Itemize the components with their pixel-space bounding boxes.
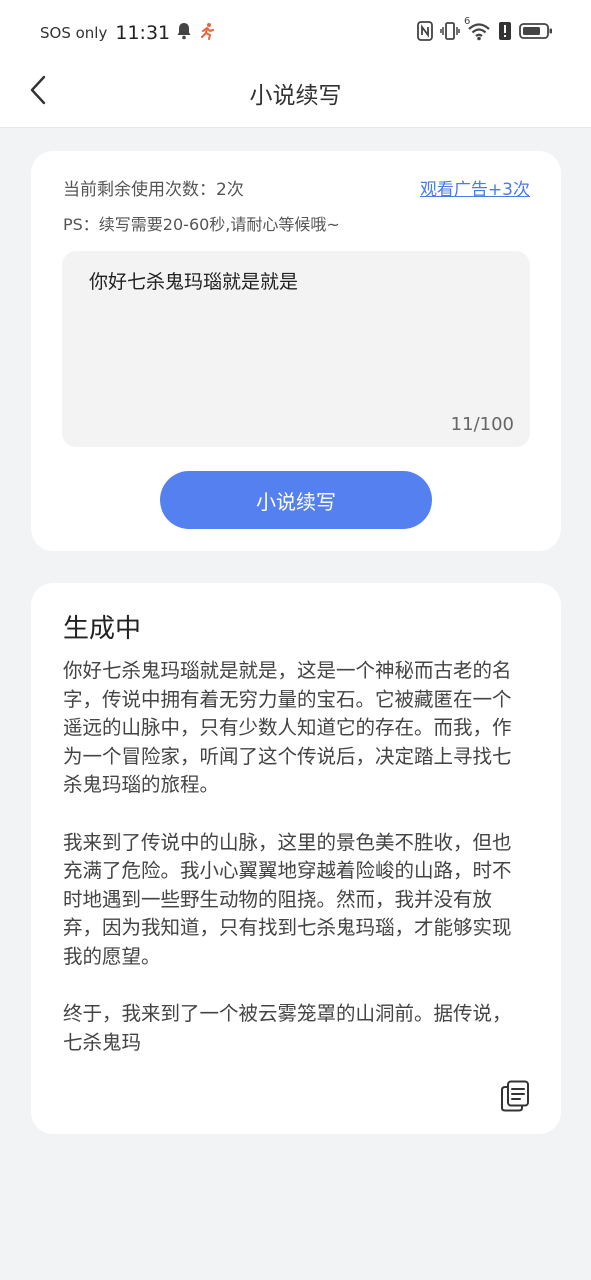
- copy-button[interactable]: [500, 1080, 530, 1112]
- page-title: 小说续写: [249, 83, 342, 109]
- watch-ad-link[interactable]: 观看广告+3次: [420, 175, 530, 200]
- continue-story-button[interactable]: 小说续写: [160, 471, 432, 529]
- ps-note: PS：续写需要20-60秒,请耐心等候哦~: [63, 215, 340, 234]
- vibrate-icon: [440, 21, 460, 45]
- carrier-label: SOS only: [40, 24, 108, 42]
- input-card: 当前剩余使用次数：2次 观看广告+3次 PS：续写需要20-60秒,请耐心等候哦…: [31, 151, 561, 551]
- copy-icon: [500, 1080, 530, 1116]
- running-person-icon: [198, 22, 216, 44]
- app-bar: 小说续写: [0, 64, 591, 128]
- status-left: SOS only 11:31: [40, 20, 216, 46]
- status-bar: SOS only 11:31 6: [0, 0, 591, 64]
- char-counter: 11/100: [450, 414, 514, 435]
- remaining-uses-label: 当前剩余使用次数：2次: [63, 180, 244, 200]
- wifi-icon: 6: [464, 16, 491, 45]
- nfc-icon: [417, 21, 433, 45]
- battery-icon: [519, 22, 553, 44]
- output-card: 生成中 你好七杀鬼玛瑙就是就是，这是一个神秘而古老的名字，传说中拥有着无穷力量的…: [31, 583, 561, 1134]
- network-type-label: 6: [464, 16, 471, 27]
- clock: 11:31: [115, 22, 171, 44]
- status-right: 6: [417, 16, 553, 46]
- bell-icon: [176, 22, 192, 44]
- story-input-field[interactable]: 你好七杀鬼玛瑙就是就是 11/100: [62, 251, 530, 447]
- generated-story-text: 你好七杀鬼玛瑙就是就是，这是一个神秘而古老的名字，传说中拥有着无穷力量的宝石。它…: [63, 659, 512, 1054]
- story-input-value[interactable]: 你好七杀鬼玛瑙就是就是: [89, 267, 298, 294]
- output-status-title: 生成中: [63, 614, 142, 644]
- alert-icon: [498, 21, 512, 45]
